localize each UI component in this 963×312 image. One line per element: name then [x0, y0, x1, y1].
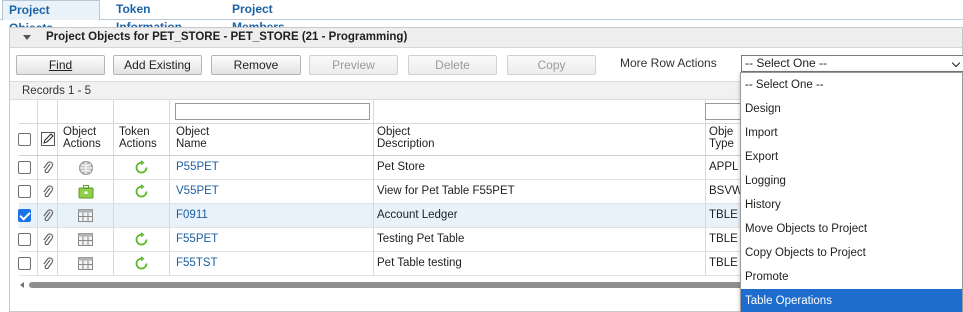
copy-button[interactable]: Copy [507, 55, 596, 75]
dropdown-option-logging[interactable]: Logging [741, 169, 962, 193]
table-icon[interactable] [78, 233, 93, 249]
dropdown-option-select-one[interactable]: -- Select One -- [741, 73, 962, 97]
object-description: Testing Pet Table [377, 233, 465, 245]
remove-button[interactable]: Remove [211, 55, 301, 75]
row-checkbox[interactable] [18, 233, 31, 246]
object-name[interactable]: P55PET [176, 161, 219, 173]
object-description: View for Pet Table F55PET [377, 185, 515, 197]
add-existing-button[interactable]: Add Existing [113, 55, 202, 75]
dropdown-option-history[interactable]: History [741, 193, 962, 217]
object-name[interactable]: V55PET [176, 185, 219, 197]
select-value: -- Select One -- [745, 56, 828, 70]
remove-button-label: Remove [233, 58, 279, 72]
panel-header: Project Objects for PET_STORE - PET_STOR… [10, 28, 962, 48]
paperclip-icon[interactable] [42, 161, 54, 178]
header-object-name[interactable]: Object Name [176, 126, 209, 150]
object-type: APPL [709, 161, 739, 173]
row-checkbox[interactable] [18, 185, 31, 198]
table-icon[interactable] [78, 209, 93, 225]
paperclip-icon[interactable] [42, 233, 54, 250]
paperclip-icon[interactable] [42, 209, 54, 226]
object-name[interactable]: F55PET [176, 233, 218, 245]
horizontal-scrollbar[interactable] [19, 281, 749, 289]
token-refresh-icon[interactable] [133, 255, 150, 275]
dropdown-option-promote[interactable]: Promote [741, 265, 962, 289]
row-checkbox[interactable] [18, 161, 31, 174]
row-checkbox[interactable] [18, 257, 31, 270]
token-refresh-icon[interactable] [133, 183, 150, 203]
more-row-actions-select[interactable]: -- Select One -- [741, 55, 963, 72]
tab-project-objects[interactable]: Project Objects [2, 0, 100, 35]
dropdown-option-copy-objects[interactable]: Copy Objects to Project [741, 241, 962, 265]
dropdown-option-design[interactable]: Design [741, 97, 962, 121]
preview-button-label: Preview [332, 58, 375, 72]
header-object-type[interactable]: Obje Type [709, 126, 734, 150]
paperclip-icon[interactable] [42, 257, 54, 274]
object-description: Pet Store [377, 161, 425, 173]
object-type: TBLE [709, 257, 738, 269]
scrollbar-thumb[interactable] [29, 282, 747, 288]
object-description: Account Ledger [377, 209, 458, 221]
object-type-filter-input[interactable] [705, 103, 745, 120]
object-name[interactable]: F55TST [176, 257, 218, 269]
token-refresh-icon[interactable] [133, 159, 150, 179]
records-count: Records 1 - 5 [22, 85, 92, 97]
more-row-actions-label: More Row Actions [620, 56, 717, 70]
object-type: TBLE [709, 233, 738, 245]
copy-button-label: Copy [537, 58, 566, 72]
add-existing-button-label: Add Existing [124, 58, 191, 72]
header-token-actions[interactable]: Token Actions [119, 126, 157, 150]
chevron-down-icon [951, 58, 961, 68]
table-icon[interactable] [78, 257, 93, 273]
object-type: TBLE [709, 209, 738, 221]
dropdown-option-table-operations[interactable]: Table Operations [741, 289, 962, 312]
edit-pencil-icon[interactable] [41, 132, 55, 149]
dropdown-option-import[interactable]: Import [741, 121, 962, 145]
tab-token-information[interactable]: Token Information [110, 0, 222, 34]
find-button[interactable]: Find [16, 55, 105, 75]
tab-project-members[interactable]: Project Members [226, 0, 330, 34]
paperclip-icon[interactable] [42, 185, 54, 202]
collapse-arrow-icon[interactable] [23, 35, 31, 40]
preview-button[interactable]: Preview [309, 55, 398, 75]
object-type: BSVW [709, 185, 743, 197]
dropdown-option-export[interactable]: Export [741, 145, 962, 169]
header-object-description[interactable]: Object Description [377, 126, 435, 150]
globe-icon[interactable] [78, 160, 94, 179]
scroll-left-arrow-icon[interactable] [20, 282, 24, 288]
object-description: Pet Table testing [377, 257, 462, 269]
find-button-label: Find [48, 58, 73, 72]
header-object-actions[interactable]: Object Actions [63, 126, 101, 150]
tab-bar: Project Objects Token Information Projec… [0, 0, 963, 35]
briefcase-icon[interactable] [78, 184, 94, 202]
delete-button[interactable]: Delete [408, 55, 497, 75]
delete-button-label: Delete [435, 58, 470, 72]
row-checkbox[interactable] [18, 209, 31, 222]
select-all-checkbox[interactable] [18, 133, 31, 146]
object-name-filter-input[interactable] [175, 103, 370, 120]
dropdown-option-move-objects[interactable]: Move Objects to Project [741, 217, 962, 241]
panel-title: Project Objects for PET_STORE - PET_STOR… [46, 31, 408, 43]
token-refresh-icon[interactable] [133, 231, 150, 251]
more-row-actions-dropdown: -- Select One -- Design Import Export Lo… [740, 72, 963, 312]
object-name[interactable]: F0911 [176, 209, 208, 221]
